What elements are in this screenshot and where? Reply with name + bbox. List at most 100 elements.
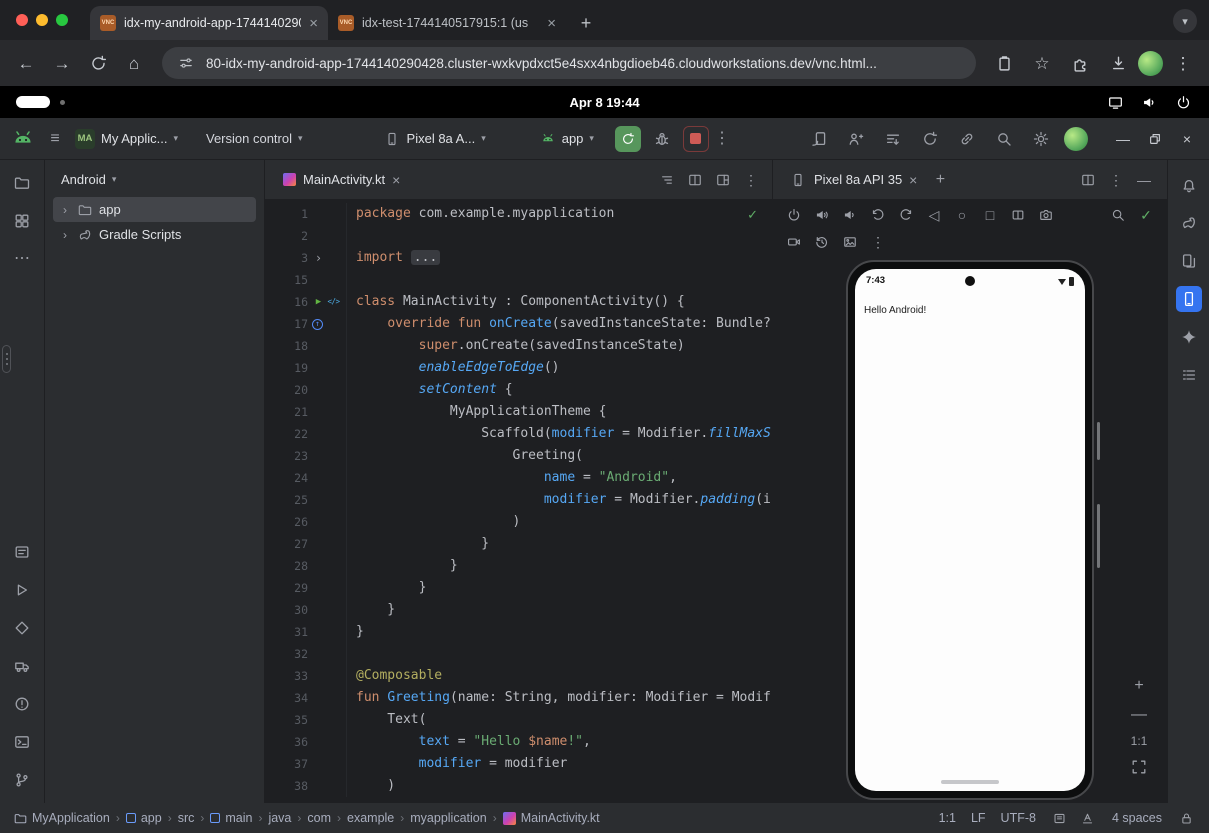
code-line[interactable]: 27 }: [265, 533, 772, 555]
breadcrumb-item[interactable]: java: [268, 811, 291, 825]
toolbar-more-icon[interactable]: ⋮: [709, 126, 735, 152]
code-line[interactable]: 15: [265, 269, 772, 291]
fullscreen-window-button[interactable]: [56, 14, 68, 26]
resource-manager-icon[interactable]: [9, 208, 35, 234]
lock-icon[interactable]: [1177, 809, 1195, 827]
screenshot-icon[interactable]: [837, 230, 863, 254]
new-tab-button[interactable]: +: [572, 9, 600, 37]
gradle-icon[interactable]: [1176, 210, 1202, 236]
breadcrumb-item[interactable]: myapplication: [410, 811, 486, 825]
device-selector[interactable]: Pixel 8a A... ▾: [376, 126, 493, 152]
code-line[interactable]: 25 modifier = Modifier.padding(i: [265, 489, 772, 511]
project-widget[interactable]: MA My Applic... ▾: [68, 125, 185, 153]
zoom-out-icon[interactable]: —: [1129, 705, 1149, 725]
project-folder-icon[interactable]: [9, 170, 35, 196]
highlight-icon[interactable]: [1079, 809, 1097, 827]
forward-icon[interactable]: →: [46, 47, 78, 79]
breadcrumb-item[interactable]: MainActivity.kt: [503, 811, 600, 825]
zoom-reset-button[interactable]: 1:1: [1131, 734, 1148, 748]
code-line[interactable]: 18 super.onCreate(savedInstanceState): [265, 335, 772, 357]
expand-chevron-icon[interactable]: ›: [59, 228, 71, 242]
screen-record-icon[interactable]: [781, 230, 807, 254]
code-line[interactable]: 33@Composable: [265, 665, 772, 687]
zoom-mode-icon[interactable]: [1105, 203, 1131, 227]
code-line[interactable]: 16▶</>class MainActivity : ComponentActi…: [265, 291, 772, 313]
close-icon[interactable]: ×: [1175, 127, 1199, 151]
code-line[interactable]: 21 MyApplicationTheme {: [265, 401, 772, 423]
link-device-icon[interactable]: [953, 125, 981, 153]
gemini-icon[interactable]: [1176, 324, 1202, 350]
debug-icon[interactable]: [649, 126, 675, 152]
code-line[interactable]: 2: [265, 225, 772, 247]
version-control-icon[interactable]: [9, 767, 35, 793]
editor-tab-mainactivity[interactable]: MainActivity.kt ×: [273, 160, 410, 199]
vcs-widget[interactable]: Version control ▾: [199, 127, 310, 150]
fold-device-icon[interactable]: [1005, 203, 1031, 227]
sync-project-icon[interactable]: [916, 125, 944, 153]
code-line[interactable]: 30 }: [265, 599, 772, 621]
device-tab-pixel8a[interactable]: Pixel 8a API 35 ×: [783, 160, 923, 199]
cast-icon[interactable]: [1105, 92, 1125, 112]
back-icon[interactable]: ←: [10, 47, 42, 79]
code-line[interactable]: 37 modifier = modifier: [265, 753, 772, 775]
rotate-right-icon[interactable]: [893, 203, 919, 227]
browser-tab-inactive[interactable]: idx-test-1744140517915:1 (us ×: [328, 6, 566, 40]
browser-tab-active[interactable]: idx-my-android-app-1744140290428 ×: [90, 6, 328, 40]
zoom-fit-icon[interactable]: [1129, 757, 1149, 777]
code-line[interactable]: 32: [265, 643, 772, 665]
settings-icon[interactable]: [1027, 125, 1055, 153]
logcat-icon[interactable]: [9, 539, 35, 565]
code-line[interactable]: 36 text = "Hello $name!",: [265, 731, 772, 753]
breadcrumb-item[interactable]: main: [210, 811, 252, 825]
restore-icon[interactable]: [1143, 127, 1167, 151]
overview-nav-icon[interactable]: □: [977, 203, 1003, 227]
structure-icon[interactable]: [1176, 362, 1202, 388]
project-view-selector[interactable]: Android ▾: [53, 168, 256, 191]
site-settings-icon[interactable]: [176, 53, 196, 73]
code-line[interactable]: 17↑ override fun onCreate(savedInstanceS…: [265, 313, 772, 335]
add-device-tab-icon[interactable]: +: [927, 167, 953, 193]
code-line[interactable]: 1package com.example.myapplication: [265, 203, 772, 225]
back-nav-icon[interactable]: ◁: [921, 203, 947, 227]
breadcrumb-item[interactable]: src: [178, 811, 195, 825]
tab-search-button[interactable]: ▾: [1173, 9, 1197, 33]
bookmark-star-icon[interactable]: ☆: [1026, 47, 1058, 79]
build-icon[interactable]: [9, 653, 35, 679]
home-nav-icon[interactable]: ○: [949, 203, 975, 227]
power-icon[interactable]: [1173, 92, 1193, 112]
more-icon[interactable]: ⋮: [738, 167, 764, 193]
running-devices-icon[interactable]: [1176, 286, 1202, 312]
close-tab-icon[interactable]: ×: [909, 172, 917, 188]
rotate-left-icon[interactable]: [865, 203, 891, 227]
indent-setting[interactable]: 4 spaces: [1112, 811, 1162, 825]
close-tab-icon[interactable]: ×: [392, 172, 400, 188]
file-structure-icon[interactable]: [654, 167, 680, 193]
clipboard-icon[interactable]: [988, 47, 1020, 79]
device-manager-icon[interactable]: [1176, 248, 1202, 274]
split-editor-icon[interactable]: [682, 167, 708, 193]
code-line[interactable]: 24 name = "Android",: [265, 467, 772, 489]
more-tools-icon[interactable]: ⋯: [9, 246, 35, 272]
code-line[interactable]: 19 enableEdgeToEdge(): [265, 357, 772, 379]
extensions-icon[interactable]: [1064, 47, 1096, 79]
breadcrumb-item[interactable]: MyApplication: [14, 811, 110, 825]
code-line[interactable]: 22 Scaffold(modifier = Modifier.fillMaxS: [265, 423, 772, 445]
home-icon[interactable]: ⌂: [118, 47, 150, 79]
device-streaming-icon[interactable]: [805, 125, 833, 153]
breadcrumb-item[interactable]: example: [347, 811, 394, 825]
tree-item-app[interactable]: › app: [53, 197, 256, 222]
breadcrumb-item[interactable]: com: [307, 811, 331, 825]
code-line[interactable]: 38 ): [265, 775, 772, 797]
rerun-app-button[interactable]: [615, 126, 641, 152]
address-bar[interactable]: 80-idx-my-android-app-1744140290428.clus…: [162, 47, 976, 79]
expand-chevron-icon[interactable]: ›: [59, 203, 71, 217]
cursor-position[interactable]: 1:1: [939, 811, 956, 825]
search-everywhere-icon[interactable]: [990, 125, 1018, 153]
build-variants-icon[interactable]: [879, 125, 907, 153]
line-separator[interactable]: LF: [971, 811, 986, 825]
split-editor-icon[interactable]: [1075, 167, 1101, 193]
close-tab-icon[interactable]: ×: [309, 15, 318, 32]
stop-button[interactable]: [683, 126, 709, 152]
code-line[interactable]: 34fun Greeting(name: String, modifier: M…: [265, 687, 772, 709]
more-icon[interactable]: ⋮: [1103, 167, 1129, 193]
